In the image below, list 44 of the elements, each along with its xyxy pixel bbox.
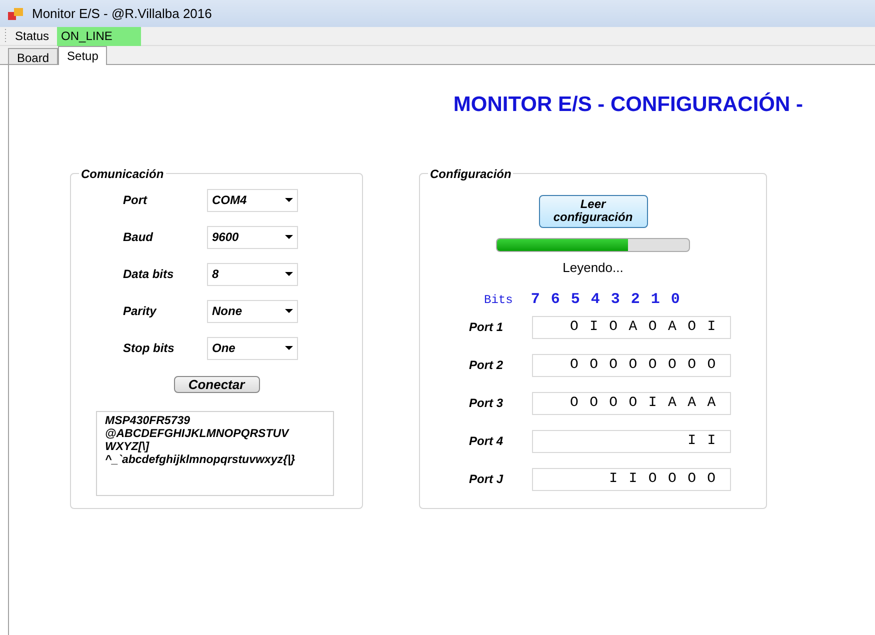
log-line: WXYZ[\] xyxy=(105,440,150,454)
status-label: Status xyxy=(14,28,50,45)
log-box[interactable]: MSP430FR5739 @ABCDEFGHIJKLMNOPQRSTUV WXYZ[\] ^_`abcdefghijklmnopqrstuvwxyz{|} xyxy=(96,410,334,496)
field-label: Baud xyxy=(123,229,154,246)
port-bits-field[interactable]: I I xyxy=(532,430,731,452)
port-bits-field[interactable]: O O O O I A A A xyxy=(532,392,731,414)
port-bits-field[interactable]: O O O O O O O O xyxy=(532,354,731,376)
window-title: Monitor E/S - @R.Villalba 2016 xyxy=(32,4,212,23)
port-label: Port 4 xyxy=(469,433,504,450)
app-icon xyxy=(8,6,24,20)
field-label: Parity xyxy=(123,303,158,320)
log-line: ^_`abcdefghijklmnopqrstuvwxyz{|} xyxy=(105,454,296,466)
port-bits-field[interactable]: I I O O O O xyxy=(532,468,731,490)
dropdown[interactable]: 8 xyxy=(207,262,298,286)
dropdown[interactable]: 9600 xyxy=(207,226,298,248)
dropdown[interactable]: COM4 xyxy=(207,188,298,212)
dropdown[interactable]: None xyxy=(207,300,298,322)
field-label: Port xyxy=(123,192,148,209)
group-title: Comunicación xyxy=(80,166,165,182)
tab[interactable]: Setup xyxy=(58,46,108,65)
port-bits-field[interactable]: O I O A O A O I xyxy=(532,316,731,338)
port-label: Port 1 xyxy=(469,319,504,336)
dropdown[interactable]: One xyxy=(207,336,298,360)
field-label: Stop bits xyxy=(123,340,176,357)
caret-icon xyxy=(285,272,293,276)
caret-icon xyxy=(285,309,293,313)
read-config-button[interactable]: Leer configuración xyxy=(538,194,648,228)
tab[interactable]: Board xyxy=(8,48,58,64)
bits-label: Bits xyxy=(484,292,513,310)
port-label: Port 3 xyxy=(469,395,504,412)
caret-icon xyxy=(285,235,293,239)
port-label: Port J xyxy=(469,471,504,488)
page-heading: MONITOR E/S - CONFIGURACIÓN - xyxy=(453,91,803,118)
port-label: Port 2 xyxy=(469,357,504,374)
connect-button[interactable]: Conectar xyxy=(174,376,260,392)
group-title: Configuración xyxy=(429,166,512,182)
log-line: @ABCDEFGHIJKLMNOPQRSTUV xyxy=(105,428,290,440)
log-line: MSP430FR5739 xyxy=(105,414,192,428)
status-value: ON_LINE xyxy=(57,26,142,46)
bit-numbers: 7 6 5 4 3 2 1 0 xyxy=(530,290,681,310)
caret-icon xyxy=(285,198,293,202)
caret-icon xyxy=(285,346,293,350)
status-text: Leyendo... xyxy=(562,258,624,277)
field-label: Data bits xyxy=(123,266,175,283)
